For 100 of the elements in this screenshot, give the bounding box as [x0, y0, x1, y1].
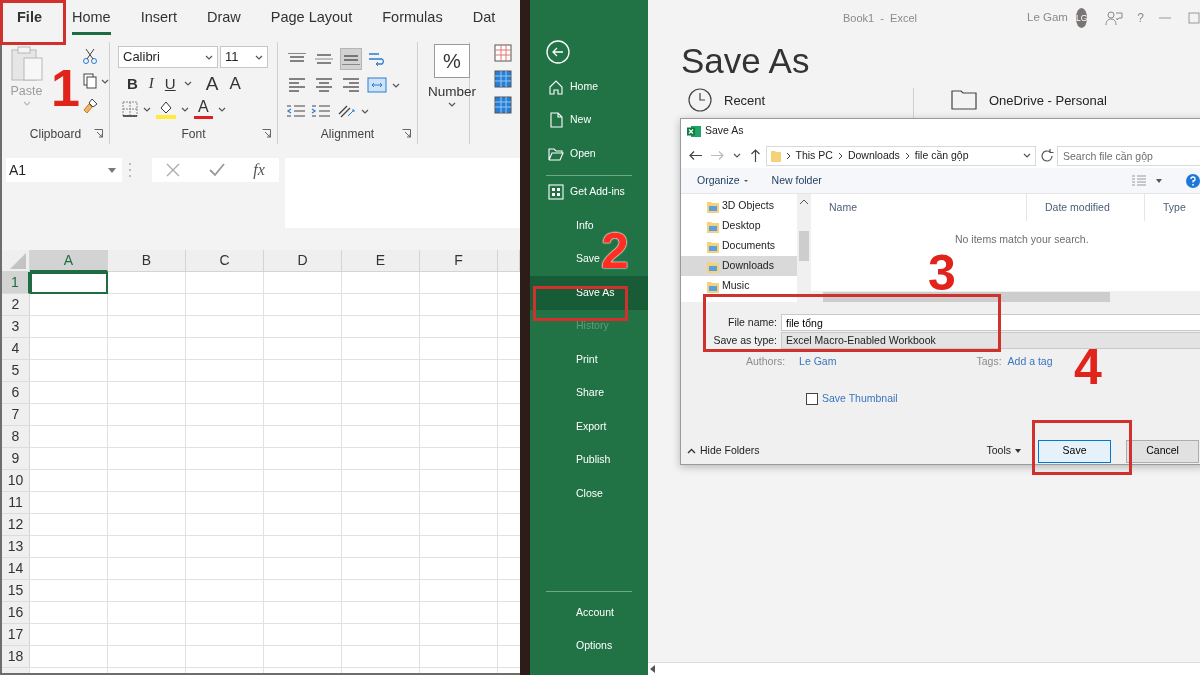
caret-icon[interactable]	[181, 106, 189, 112]
column-header[interactable]: E	[342, 250, 420, 272]
scroll-thumb[interactable]	[823, 291, 1110, 302]
column-header[interactable]: C	[186, 250, 264, 272]
nav-item[interactable]: Publish	[530, 443, 615, 477]
row-header[interactable]: 13	[2, 536, 30, 558]
nav-item[interactable]: New	[530, 103, 595, 137]
breadcrumb[interactable]: This PC	[795, 147, 833, 164]
organize-menu[interactable]: Organize	[697, 172, 748, 189]
ribbon-tab[interactable]: Draw	[191, 3, 256, 35]
row-header[interactable]: 12	[2, 514, 30, 536]
caret-icon[interactable]	[101, 78, 109, 84]
copy-icon[interactable]	[83, 73, 97, 89]
underline-button[interactable]: U	[161, 75, 179, 91]
number-format-button[interactable]: % Number	[418, 42, 486, 124]
search-field[interactable]: Search file cần gộp	[1057, 145, 1200, 166]
row-header[interactable]: 15	[2, 580, 30, 602]
row-header[interactable]: 4	[2, 338, 30, 360]
column-header[interactable]: F	[420, 250, 498, 272]
row-header[interactable]: 17	[2, 624, 30, 646]
row-header[interactable]: 9	[2, 448, 30, 470]
brush-icon[interactable]	[83, 98, 99, 114]
launcher-icon[interactable]	[262, 129, 271, 138]
row-header[interactable]: 7	[2, 404, 30, 426]
list-column-header[interactable]: Name	[811, 194, 1027, 221]
caret-icon[interactable]	[1156, 178, 1162, 183]
nav-item[interactable]: Get Add-ins	[530, 175, 629, 209]
save-button[interactable]: Save	[1038, 439, 1112, 463]
nav-item[interactable]: Info	[530, 209, 598, 243]
breadcrumb[interactable]: Downloads	[847, 147, 900, 164]
font-name-dropdown[interactable]: Calibri	[118, 46, 218, 68]
folder-item[interactable]: Documents	[681, 236, 797, 256]
help-icon[interactable]	[1186, 173, 1200, 188]
cancel-button[interactable]: Cancel	[1126, 439, 1200, 463]
list-column-header[interactable]: Date modified	[1027, 194, 1145, 221]
caret-icon[interactable]	[183, 80, 192, 86]
increase-indent-icon[interactable]	[311, 103, 331, 119]
row-header[interactable]: 10	[2, 470, 30, 492]
nav-item[interactable]: Home	[530, 70, 602, 104]
row-header[interactable]: 3	[2, 316, 30, 338]
row-header[interactable]: 14	[2, 558, 30, 580]
row-header[interactable]: 18	[2, 646, 30, 668]
nav-item[interactable]: Account	[530, 596, 618, 630]
nav-item[interactable]: Print	[530, 343, 602, 377]
address-bar[interactable]: This PC Downloads file cần gộp	[765, 145, 1036, 166]
nav-item[interactable]: Close	[530, 477, 607, 511]
bold-button[interactable]: B	[124, 75, 141, 91]
cancel-icon[interactable]	[166, 163, 181, 177]
ribbon-tab[interactable]: Formulas	[367, 3, 458, 35]
caret-icon[interactable]	[733, 153, 742, 158]
file-type-dropdown[interactable]: Excel Macro-Enabled Workbook	[781, 332, 1200, 349]
table-icon[interactable]	[494, 44, 512, 62]
scroll-thumb[interactable]	[799, 231, 809, 261]
new-folder-button[interactable]: New folder	[771, 172, 822, 189]
row-header[interactable]: 6	[2, 382, 30, 404]
fill-color-icon[interactable]	[156, 99, 176, 119]
row-header[interactable]: 11	[2, 492, 30, 514]
horizontal-scrollbar[interactable]	[811, 291, 1200, 302]
nav-item[interactable]: Share	[530, 376, 609, 410]
check-icon[interactable]	[208, 163, 225, 177]
author-link[interactable]: Le Gam	[799, 354, 837, 370]
folder-item[interactable]: 3D Objects	[681, 196, 797, 216]
caret-icon[interactable]	[143, 106, 151, 112]
ribbon-tab[interactable]: Dat	[457, 3, 511, 35]
ribbon-tab[interactable]: Page Layout	[255, 3, 368, 35]
borders-icon[interactable]	[122, 101, 138, 117]
formula-input[interactable]	[285, 158, 520, 228]
shrink-font-button[interactable]: A	[226, 74, 244, 92]
column-header[interactable]: A	[30, 250, 108, 272]
add-tag-link[interactable]: Add a tag	[1007, 354, 1053, 370]
folder-item[interactable]: Downloads	[681, 256, 797, 276]
nav-item[interactable]: Open	[530, 137, 600, 171]
table-icon[interactable]	[494, 70, 512, 88]
person-icon[interactable]	[1105, 10, 1124, 26]
horizontal-scrollbar[interactable]	[648, 662, 1200, 675]
caret-icon[interactable]	[392, 82, 400, 88]
hide-folders-button[interactable]: Hide Folders	[687, 443, 760, 459]
up-arrow-icon[interactable]	[750, 149, 762, 162]
decrease-indent-icon[interactable]	[286, 103, 306, 119]
row-header[interactable]: 2	[2, 294, 30, 316]
nav-item[interactable]: Export	[530, 410, 611, 444]
location-item[interactable]: OneDrive - Personal	[951, 88, 1176, 128]
ribbon-tab[interactable]: Insert	[125, 3, 192, 35]
merge-cells-icon[interactable]	[367, 76, 387, 94]
row-header[interactable]: 16	[2, 602, 30, 624]
nav-item[interactable]: Options	[530, 629, 617, 663]
back-icon[interactable]	[546, 40, 570, 64]
row-header[interactable]: 8	[2, 426, 30, 448]
column-header[interactable]: D	[264, 250, 342, 272]
grow-font-button[interactable]: A	[202, 73, 222, 93]
active-cell[interactable]	[30, 272, 108, 294]
user-avatar[interactable]: LG	[1075, 8, 1088, 28]
row-header[interactable]: 1	[2, 272, 30, 294]
launcher-icon[interactable]	[94, 129, 103, 138]
launcher-icon[interactable]	[402, 129, 411, 138]
vertical-scrollbar[interactable]	[797, 194, 811, 302]
file-name-field[interactable]: file tổng	[781, 314, 1200, 331]
bottom-align-button[interactable]	[340, 48, 362, 70]
folder-item[interactable]: Music	[681, 276, 797, 296]
row-header[interactable]: 5	[2, 360, 30, 382]
